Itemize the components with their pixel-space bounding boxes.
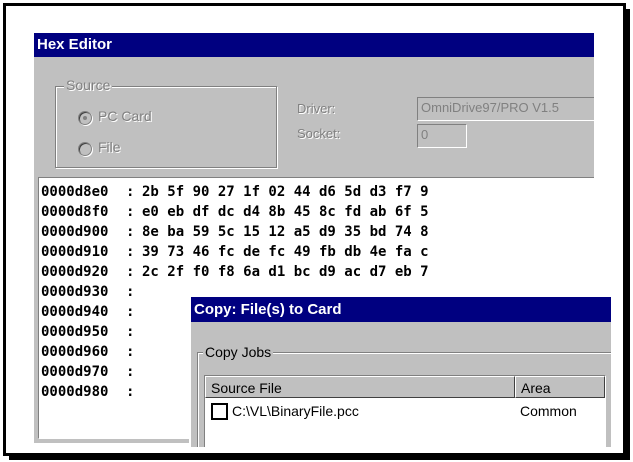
job-source-file: C:\VL\BinaryFile.pcc xyxy=(232,403,359,419)
hex-row-address: 0000d920 xyxy=(41,264,109,280)
pc-card-radio[interactable] xyxy=(78,111,92,125)
copy-jobs-legend: Copy Jobs xyxy=(203,344,274,360)
hex-row-separator: : xyxy=(126,384,135,400)
driver-label: Driver: xyxy=(297,101,336,116)
hex-row: 0000d960: xyxy=(41,344,142,360)
hex-row-address: 0000d8e0 xyxy=(41,184,109,200)
hex-row: 0000d930: xyxy=(41,284,142,300)
copy-dialog-title-bar[interactable]: Copy: File(s) to Card xyxy=(191,297,611,322)
hex-row-address: 0000d930 xyxy=(41,284,109,300)
copy-dialog-title: Copy: File(s) to Card xyxy=(194,301,342,318)
hex-row-bytes: 2b 5f 90 27 1f 02 44 d6 5d d3 f7 9 xyxy=(142,184,429,200)
hex-row: 0000d940: xyxy=(41,304,142,320)
job-checkbox[interactable] xyxy=(211,403,228,420)
hex-row-separator: : xyxy=(126,344,135,360)
frame-shadow-bottom xyxy=(9,456,630,460)
pc-card-radio-label[interactable]: PC Card xyxy=(98,108,152,124)
socket-field[interactable]: 0 xyxy=(417,124,467,148)
hex-row-address: 0000d910 xyxy=(41,244,109,260)
hex-row: 0000d980: xyxy=(41,384,142,400)
hex-row-address: 0000d970 xyxy=(41,364,109,380)
file-radio-label[interactable]: File xyxy=(98,139,121,155)
hex-row-separator: : xyxy=(126,264,135,280)
hex-row-separator: : xyxy=(126,364,135,380)
hex-row-address: 0000d940 xyxy=(41,304,109,320)
copy-jobs-table[interactable]: Source File Area C:\VL\BinaryFile.pcc Co… xyxy=(204,375,606,447)
hex-row-separator: : xyxy=(126,244,135,260)
hex-row-address: 0000d960 xyxy=(41,344,109,360)
hex-row: 0000d910:39 73 46 fc de fc 49 fb db 4e f… xyxy=(41,244,429,260)
column-header-source-file[interactable]: Source File xyxy=(205,376,515,398)
hex-row-address: 0000d900 xyxy=(41,224,109,240)
hex-row-separator: : xyxy=(126,304,135,320)
hex-row: 0000d8f0: e0 eb df dc d4 8b 45 8c fd ab 6… xyxy=(41,204,429,220)
source-group xyxy=(55,86,277,168)
hex-row-separator: : xyxy=(126,184,135,200)
job-area: Common xyxy=(520,403,577,419)
hex-row-address: 0000d980 xyxy=(41,384,109,400)
hex-row: 0000d8e0:2b 5f 90 27 1f 02 44 d6 5d d3 f… xyxy=(41,184,429,200)
hex-row-separator: : xyxy=(126,284,135,300)
socket-label: Socket: xyxy=(297,126,341,141)
source-group-legend: Source xyxy=(64,77,113,93)
hex-row-bytes: 8e ba 59 5c 15 12 a5 d9 35 bd 74 8 xyxy=(142,224,429,240)
copy-dialog: Copy: File(s) to Card Copy Jobs Source F… xyxy=(189,295,611,447)
hex-row-address: 0000d8f0 xyxy=(41,204,109,220)
hex-row-bytes: 2c 2f f0 f8 6a d1 bc d9 ac d7 eb 7 xyxy=(142,264,429,280)
hex-row-separator: : xyxy=(126,224,135,240)
driver-field[interactable]: OmniDrive97/PRO V1.5 xyxy=(417,97,594,121)
file-radio[interactable] xyxy=(78,142,92,156)
hex-row-separator: : xyxy=(126,204,135,220)
hex-row: 0000d970: xyxy=(41,364,142,380)
hex-editor-title-bar[interactable]: Hex Editor xyxy=(34,33,594,57)
hex-row-bytes: e0 eb df dc d4 8b 45 8c fd ab 6f 5 xyxy=(142,204,429,220)
hex-row: 0000d900:8e ba 59 5c 15 12 a5 d9 35 bd 7… xyxy=(41,224,429,240)
table-row[interactable]: C:\VL\BinaryFile.pcc Common xyxy=(205,398,605,422)
hex-row: 0000d920:2c 2f f0 f8 6a d1 bc d9 ac d7 e… xyxy=(41,264,429,280)
frame-shadow-right xyxy=(626,9,630,459)
hex-row-bytes: 39 73 46 fc de fc 49 fb db 4e fa c xyxy=(142,244,429,260)
column-header-area[interactable]: Area xyxy=(515,376,605,398)
hex-editor-title: Hex Editor xyxy=(37,36,113,53)
hex-row: 0000d950: xyxy=(41,324,142,340)
hex-row-separator: : xyxy=(126,324,135,340)
hex-row-address: 0000d950 xyxy=(41,324,109,340)
